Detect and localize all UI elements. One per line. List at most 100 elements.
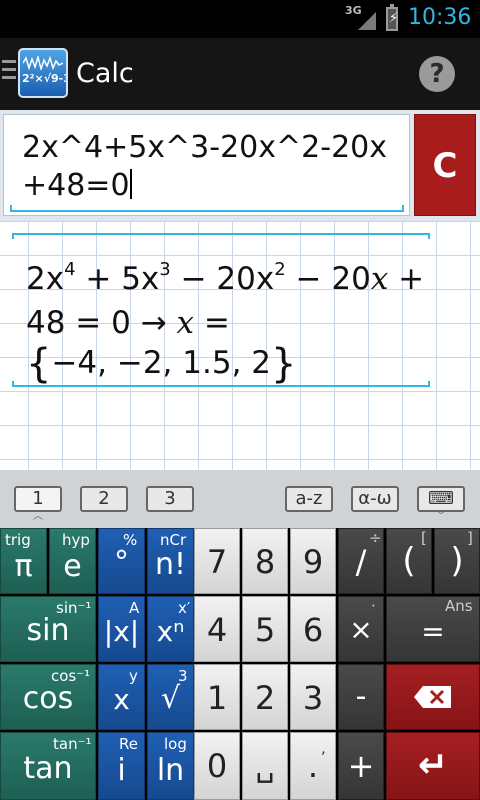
caret-down-icon: ﹀ <box>436 511 446 522</box>
pi-key[interactable]: trig π <box>0 528 47 594</box>
ln-key[interactable]: log ln <box>147 732 194 800</box>
battery-icon: ⚡ <box>386 4 399 31</box>
space-key[interactable]: ␣ <box>242 732 288 800</box>
sin-key[interactable]: sin⁻¹ sin <box>0 596 96 662</box>
exp-2: 3 <box>159 259 171 280</box>
minus-key[interactable]: - <box>338 664 384 730</box>
abs-key[interactable]: A |x| <box>98 596 145 662</box>
eight-key[interactable]: 8 <box>242 528 288 594</box>
var-x: x <box>370 261 389 297</box>
close-paren-label: ) <box>450 541 464 581</box>
keypad: trig π hyp e % ° nCr n! 7 8 9 ÷ / [ ( ] … <box>0 528 480 800</box>
result-top-bar <box>12 233 430 239</box>
open-paren-key[interactable]: [ ( <box>386 528 432 594</box>
tab-3[interactable]: 3 <box>146 486 194 512</box>
clock: 10:36 <box>408 5 472 30</box>
result-line-1: 2x4 + 5x3 − 20x2 − 20x + <box>26 259 424 297</box>
result-box: 2x4 + 5x3 − 20x2 − 20x + 48 = 0 → x = {−… <box>12 233 430 391</box>
plus-label: + <box>347 747 375 785</box>
seven-key[interactable]: 7 <box>194 528 240 594</box>
imaginary-key[interactable]: Re i <box>98 732 145 800</box>
exp-1: 4 <box>64 259 76 280</box>
slash-label: / <box>355 543 367 581</box>
tan-label: tan <box>23 751 73 786</box>
solve-variable: x <box>176 305 195 341</box>
logo-formula: 2²×√9-3/2 <box>22 72 66 85</box>
result-line-3: {−4, −2, 1.5, 2} <box>26 341 296 387</box>
factorial-key[interactable]: nCr n! <box>147 528 194 594</box>
eight-label: 8 <box>254 543 276 581</box>
backspace-key[interactable] <box>386 664 480 730</box>
factorial-label: n! <box>154 547 187 582</box>
help-icon[interactable]: ? <box>419 56 455 92</box>
zero-key[interactable]: 0 <box>194 732 240 800</box>
hyp-label: hyp <box>62 531 90 549</box>
five-key[interactable]: 5 <box>242 596 288 662</box>
six-key[interactable]: 6 <box>290 596 336 662</box>
power-label: xⁿ <box>156 615 185 648</box>
six-label: 6 <box>302 611 324 649</box>
plus-key[interactable]: + <box>338 732 384 800</box>
minus-label: - <box>355 679 367 714</box>
ln-label: ln <box>156 753 185 788</box>
nine-label: 9 <box>302 543 324 581</box>
tab-1[interactable]: 1 ︿ <box>14 486 62 522</box>
enter-icon: ↵ <box>417 745 449 786</box>
app-logo-icon[interactable]: 2²×√9-3/2 <box>18 48 68 98</box>
action-bar: 2²×√9-3/2 Calc ? <box>0 38 480 110</box>
one-key[interactable]: 1 <box>194 664 240 730</box>
tab-2[interactable]: 2 <box>80 486 128 512</box>
equals-sign: = <box>194 305 230 341</box>
trig-label: trig <box>5 531 31 549</box>
e-label: e <box>63 549 82 584</box>
tab-greek[interactable]: α-ω <box>351 486 399 512</box>
app-title: Calc <box>76 58 134 89</box>
degree-label: ° <box>114 545 129 580</box>
equals-key[interactable]: Ans = <box>386 596 480 662</box>
charging-icon: ⚡ <box>389 11 399 26</box>
keyboard-icon: ⌨ <box>428 488 454 509</box>
seven-label: 7 <box>206 543 228 581</box>
cos-key[interactable]: cos⁻¹ cos <box>0 664 96 730</box>
menu-icon[interactable] <box>2 60 16 84</box>
tab-a-z[interactable]: a-z <box>285 486 333 512</box>
two-label: 2 <box>254 679 276 717</box>
x-label: x <box>113 683 130 716</box>
abs-label: |x| <box>103 615 140 648</box>
sin-label: sin <box>26 613 70 648</box>
e-key[interactable]: hyp e <box>49 528 96 594</box>
cos-label: cos <box>22 681 74 716</box>
space-icon: ␣ <box>255 749 275 784</box>
x-variable-key[interactable]: y x <box>98 664 145 730</box>
keyboard-tabs: 1 ︿ 2 3 a-z α-ω ⌨ ﹀ <box>0 470 480 528</box>
expression-input[interactable]: 2x^4+5x^3-20x^2-20x+48=0 <box>3 114 410 216</box>
decimal-key[interactable]: , . <box>290 732 336 800</box>
multiply-key[interactable]: · × <box>338 596 384 662</box>
four-label: 4 <box>206 611 228 649</box>
power-key[interactable]: x′ xⁿ <box>147 596 194 662</box>
log-label: log <box>164 735 187 753</box>
tab-keyboard[interactable]: ⌨ ﹀ <box>417 486 465 522</box>
dot-label: . <box>307 747 319 785</box>
nine-key[interactable]: 9 <box>290 528 336 594</box>
close-paren-key[interactable]: ] ) <box>434 528 480 594</box>
degree-key[interactable]: % ° <box>98 528 145 594</box>
equals-label: = <box>421 615 445 648</box>
sqrt-key[interactable]: 3 √ <box>147 664 194 730</box>
sqrt-label: √ <box>160 681 181 716</box>
tan-key[interactable]: tan⁻¹ tan <box>0 732 96 800</box>
exp-3: 2 <box>274 259 286 280</box>
divide-key[interactable]: ÷ / <box>338 528 384 594</box>
enter-key[interactable]: ↵ <box>386 732 480 800</box>
caret-up-icon: ︿ <box>33 511 43 522</box>
four-key[interactable]: 4 <box>194 596 240 662</box>
backspace-icon <box>414 686 451 708</box>
i-label: i <box>117 753 126 788</box>
clear-button[interactable]: C <box>414 114 476 216</box>
equation-tail: 48 = 0 → <box>26 305 177 341</box>
five-label: 5 <box>254 611 276 649</box>
two-key[interactable]: 2 <box>242 664 288 730</box>
text-cursor <box>129 169 132 199</box>
three-key[interactable]: 3 <box>290 664 336 730</box>
one-label: 1 <box>206 679 228 717</box>
